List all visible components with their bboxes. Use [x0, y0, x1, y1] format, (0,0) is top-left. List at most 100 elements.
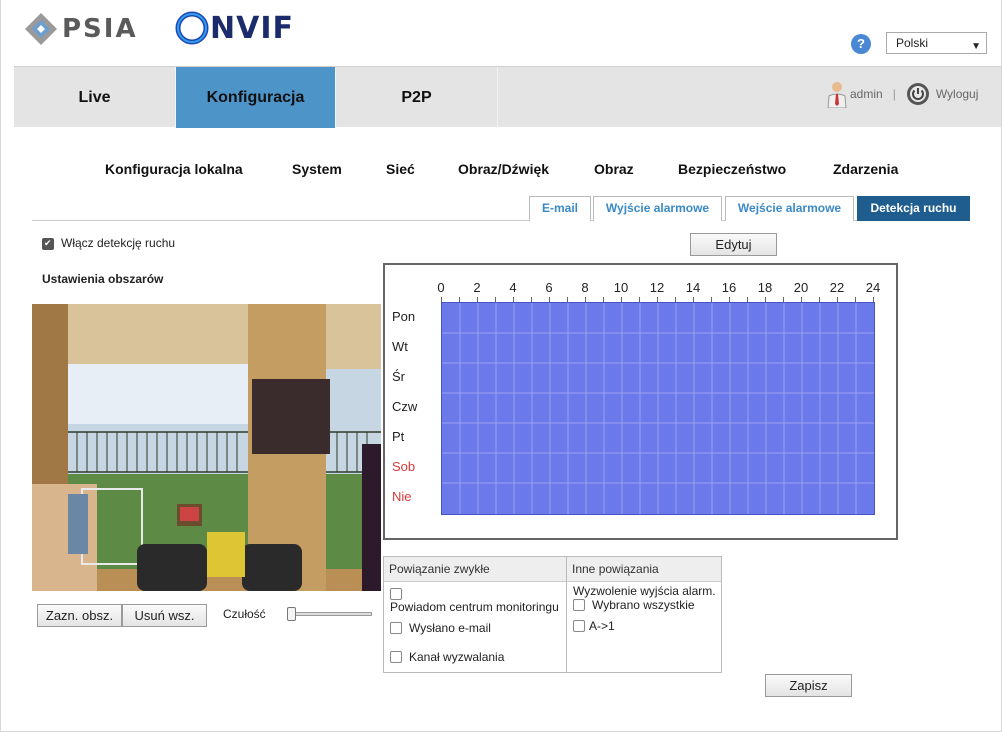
hour-label: 12: [649, 280, 665, 295]
tab-email[interactable]: E-mail: [529, 196, 591, 221]
tab-motion-detection[interactable]: Detekcja ruchu: [857, 196, 970, 221]
hour-tick: [729, 297, 730, 302]
hour-label: 4: [509, 280, 517, 295]
clear-all-button[interactable]: Usuń wsz.: [122, 604, 207, 627]
subnav-system[interactable]: System: [292, 161, 342, 177]
save-button[interactable]: Zapisz: [765, 674, 852, 697]
hour-label: 14: [685, 280, 701, 295]
trigger-output-label: Wyzwolenie wyjścia alarm.: [573, 584, 716, 598]
hour-tick: [513, 297, 514, 302]
hour-tick: [819, 297, 820, 302]
hour-tick: [639, 297, 640, 302]
user-separator: |: [892, 87, 896, 101]
nav-tab-p2p[interactable]: P2P: [336, 67, 498, 128]
sensitivity-track[interactable]: [288, 612, 372, 616]
hour-tick: [855, 297, 856, 302]
hour-label: 10: [613, 280, 629, 295]
subnav-video-audio[interactable]: Obraz/Dźwięk: [458, 161, 549, 177]
user-avatar-icon: [827, 82, 847, 108]
hour-tick: [549, 297, 550, 302]
subnav-security[interactable]: Bezpieczeństwo: [678, 161, 786, 177]
hour-tick: [495, 297, 496, 302]
camera-preview[interactable]: [32, 304, 381, 591]
trigger-channel-checkbox[interactable]: [390, 651, 402, 663]
day-label: Pt: [392, 429, 405, 444]
psia-mark-icon: [25, 13, 57, 45]
enable-motion-checkbox[interactable]: [42, 238, 54, 250]
day-label: Czw: [392, 399, 418, 414]
subnav-events[interactable]: Zdarzenia: [833, 161, 898, 177]
area-settings-heading: Ustawienia obszarów: [42, 272, 164, 286]
hour-label: 0: [437, 280, 445, 295]
linkage-column-divider: [566, 582, 567, 672]
hour-tick: [441, 297, 442, 302]
hour-tick: [693, 297, 694, 302]
select-all-outputs-checkbox[interactable]: [573, 599, 585, 611]
hour-tick: [747, 297, 748, 302]
notify-center-checkbox[interactable]: [390, 588, 402, 600]
chevron-down-icon: ▼: [971, 41, 981, 52]
day-label: Pon: [392, 309, 416, 324]
subnav-network[interactable]: Sieć: [386, 161, 415, 177]
schedule-grid-lines: [442, 303, 874, 514]
other-linkage-header: Inne powiązania: [566, 557, 721, 582]
hour-tick: [783, 297, 784, 302]
trigger-channel-label: Kanał wyzwalania: [409, 650, 505, 664]
nav-tab-configuration[interactable]: Konfiguracja: [176, 67, 336, 128]
psia-logo: PSIA: [24, 12, 138, 46]
sensitivity-slider-thumb[interactable]: [287, 607, 296, 621]
hour-tick: [873, 297, 874, 302]
hour-tick: [657, 297, 658, 302]
hour-tick: [459, 297, 460, 302]
hour-label: 16: [721, 280, 737, 295]
hour-label: 8: [581, 280, 589, 295]
hour-label: 20: [793, 280, 809, 295]
hour-tick: [603, 297, 604, 302]
username: admin: [850, 87, 883, 101]
hour-tick: [477, 297, 478, 302]
hour-tick: [765, 297, 766, 302]
help-icon[interactable]: ?: [851, 34, 871, 54]
enable-motion-label: Włącz detekcję ruchu: [61, 236, 176, 250]
draw-area-button[interactable]: Zazn. obsz.: [37, 604, 122, 627]
tab-alarm-output[interactable]: Wyjście alarmowe: [593, 196, 722, 221]
tab-alarm-input[interactable]: Wejście alarmowe: [725, 196, 854, 221]
notify-center-label: Powiadom centrum monitoringu: [390, 600, 559, 614]
onvif-ring-icon: [175, 11, 209, 45]
send-email-checkbox[interactable]: [390, 622, 402, 634]
select-all-outputs-label: Wybrano wszystkie: [592, 598, 695, 612]
logout-link[interactable]: Wyloguj: [936, 87, 979, 101]
hour-tick: [567, 297, 568, 302]
day-label: Wt: [392, 339, 408, 354]
sensitivity-label: Czułość: [223, 607, 266, 621]
normal-linkage-header: Powiązanie zwykłe: [384, 557, 566, 582]
hour-tick: [675, 297, 676, 302]
subnav-local-config[interactable]: Konfiguracja lokalna: [105, 161, 243, 177]
onvif-logo: NVIF: [174, 10, 294, 46]
psia-logo-text: PSIA: [62, 14, 138, 44]
hour-label: 2: [473, 280, 481, 295]
edit-schedule-button[interactable]: Edytuj: [690, 233, 777, 256]
hour-label: 22: [829, 280, 845, 295]
day-label: Sob: [392, 459, 416, 474]
power-icon[interactable]: [906, 82, 930, 106]
hour-label: 18: [757, 280, 773, 295]
nav-tab-live[interactable]: Live: [14, 67, 176, 128]
hour-label: 24: [865, 280, 881, 295]
output-a1-checkbox[interactable]: [573, 620, 585, 632]
subnav-image[interactable]: Obraz: [594, 161, 634, 177]
hour-tick: [621, 297, 622, 302]
language-select[interactable]: Polski ▼: [886, 32, 987, 54]
hour-tick: [711, 297, 712, 302]
onvif-logo-text: NVIF: [210, 10, 294, 46]
language-value: Polski: [896, 36, 929, 50]
hour-label: 6: [545, 280, 553, 295]
day-label: Nie: [392, 489, 412, 504]
camera-image: [32, 304, 381, 591]
schedule-grid[interactable]: [441, 302, 875, 515]
user-area: admin | Wyloguj: [826, 80, 978, 108]
hour-tick: [801, 297, 802, 302]
day-label: Śr: [392, 369, 405, 384]
hour-tick: [837, 297, 838, 302]
hour-tick: [585, 297, 586, 302]
